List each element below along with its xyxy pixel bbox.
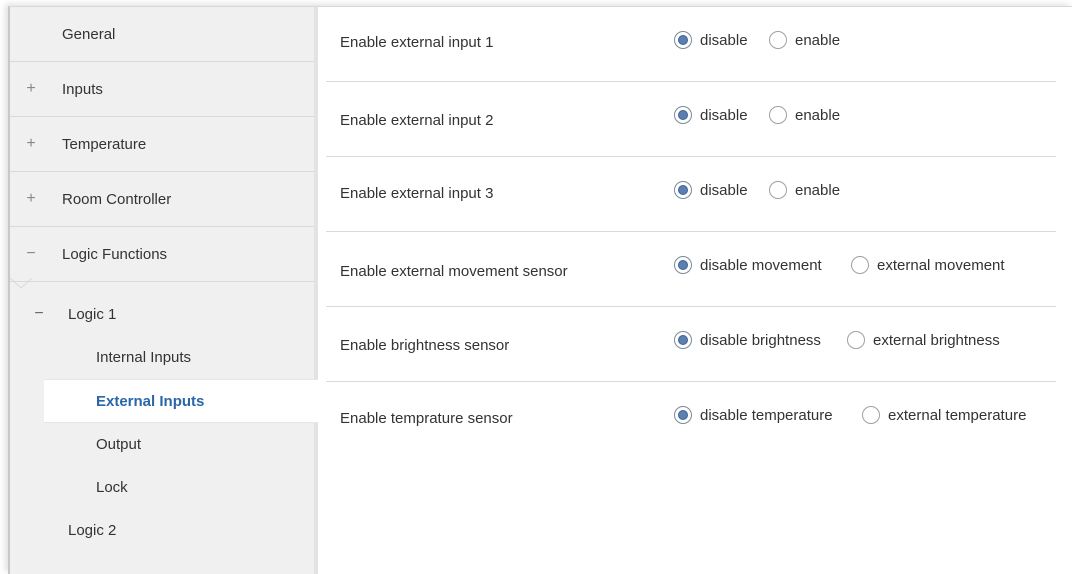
setting-row: Enable external input 1 disable enable [326,7,1056,82]
radio-checked-icon[interactable] [674,106,692,124]
sidebar-item-room-controller[interactable]: + Room Controller [10,172,314,227]
radio-unchecked-icon[interactable] [862,406,880,424]
setting-row: Enable temprature sensor disable tempera… [326,382,1056,456]
tree-notch-icon [10,278,32,289]
sidebar-item-logic-functions[interactable]: − Logic Functions [10,227,314,282]
sidebar-item-label: Logic 1 [68,305,117,323]
radio-option-enable[interactable]: external temperature [862,406,1026,424]
radio-label: enable [795,106,841,124]
setting-label: Enable temprature sensor [340,410,513,427]
sidebar-item-label: Logic 2 [68,521,117,539]
radio-option-enable[interactable]: enable [769,31,840,49]
radio-label: external temperature [888,406,1027,424]
radio-label: disable [700,106,748,124]
plus-icon[interactable]: + [24,135,38,153]
sidebar-item-label: Inputs [62,80,103,98]
setting-label: Enable external movement sensor [340,263,568,280]
radio-unchecked-icon[interactable] [851,256,869,274]
sidebar-item-label: External Inputs [96,392,205,410]
sidebar-item-temperature[interactable]: + Temperature [10,117,314,172]
radio-option-disable[interactable]: disable [674,106,748,124]
sidebar-item-general[interactable]: General [10,7,314,62]
radio-unchecked-icon[interactable] [769,181,787,199]
sidebar-item-label: Output [96,435,142,453]
radio-option-disable[interactable]: disable [674,181,748,199]
sidebar-item-lock[interactable]: Lock [10,466,314,508]
sidebar-item-external-inputs[interactable]: External Inputs [44,379,318,423]
sidebar: General + Inputs + Temperature + Room Co… [10,7,318,574]
sidebar-item-label: Temperature [62,135,147,153]
sidebar-item-label: Room Controller [62,190,172,208]
minus-icon[interactable]: − [24,245,38,263]
sidebar-item-logic-2[interactable]: Logic 2 [10,509,314,551]
setting-row: Enable external input 3 disable enable [326,157,1056,232]
radio-label: external movement [877,256,1005,274]
plus-icon[interactable]: + [24,190,38,208]
radio-label: enable [795,181,841,199]
setting-row: Enable external input 2 disable enable [326,82,1056,157]
sidebar-item-label: Logic Functions [62,245,168,263]
radio-label: enable [795,31,841,49]
radio-option-disable[interactable]: disable [674,31,748,49]
sidebar-item-label: General [62,25,116,43]
radio-label: external brightness [873,331,1000,349]
radio-option-enable[interactable]: enable [769,106,840,124]
radio-option-disable[interactable]: disable temperature [674,406,833,424]
sidebar-item-output[interactable]: Output [10,423,314,465]
sidebar-item-internal-inputs[interactable]: Internal Inputs [10,336,314,378]
radio-option-enable[interactable]: external movement [851,256,1005,274]
radio-option-enable[interactable]: enable [769,181,840,199]
sidebar-item-label: Lock [96,478,128,496]
setting-row: Enable external movement sensor disable … [326,232,1056,307]
radio-option-disable[interactable]: disable brightness [674,331,821,349]
setting-label: Enable external input 3 [340,185,494,202]
radio-checked-icon[interactable] [674,181,692,199]
radio-label: disable [700,181,748,199]
setting-label: Enable brightness sensor [340,337,510,354]
radio-unchecked-icon[interactable] [769,31,787,49]
radio-checked-icon[interactable] [674,256,692,274]
radio-checked-icon[interactable] [674,31,692,49]
radio-label: disable temperature [700,406,833,424]
radio-unchecked-icon[interactable] [769,106,787,124]
minus-icon[interactable]: − [32,305,46,323]
radio-option-disable[interactable]: disable movement [674,256,822,274]
sidebar-item-inputs[interactable]: + Inputs [10,62,314,117]
radio-label: disable brightness [700,331,821,349]
setting-label: Enable external input 1 [340,34,494,51]
radio-checked-icon[interactable] [674,406,692,424]
sidebar-item-label: Internal Inputs [96,348,192,366]
radio-label: disable movement [700,256,822,274]
radio-unchecked-icon[interactable] [847,331,865,349]
window: General + Inputs + Temperature + Room Co… [8,6,1072,574]
setting-row: Enable brightness sensor disable brightn… [326,307,1056,382]
plus-icon[interactable]: + [24,80,38,98]
setting-label: Enable external input 2 [340,112,494,129]
settings-panel: Enable external input 1 disable enable E… [318,7,1072,574]
radio-checked-icon[interactable] [674,331,692,349]
radio-option-enable[interactable]: external brightness [847,331,1000,349]
sidebar-item-logic-1[interactable]: − Logic 1 [10,293,314,335]
radio-label: disable [700,31,748,49]
